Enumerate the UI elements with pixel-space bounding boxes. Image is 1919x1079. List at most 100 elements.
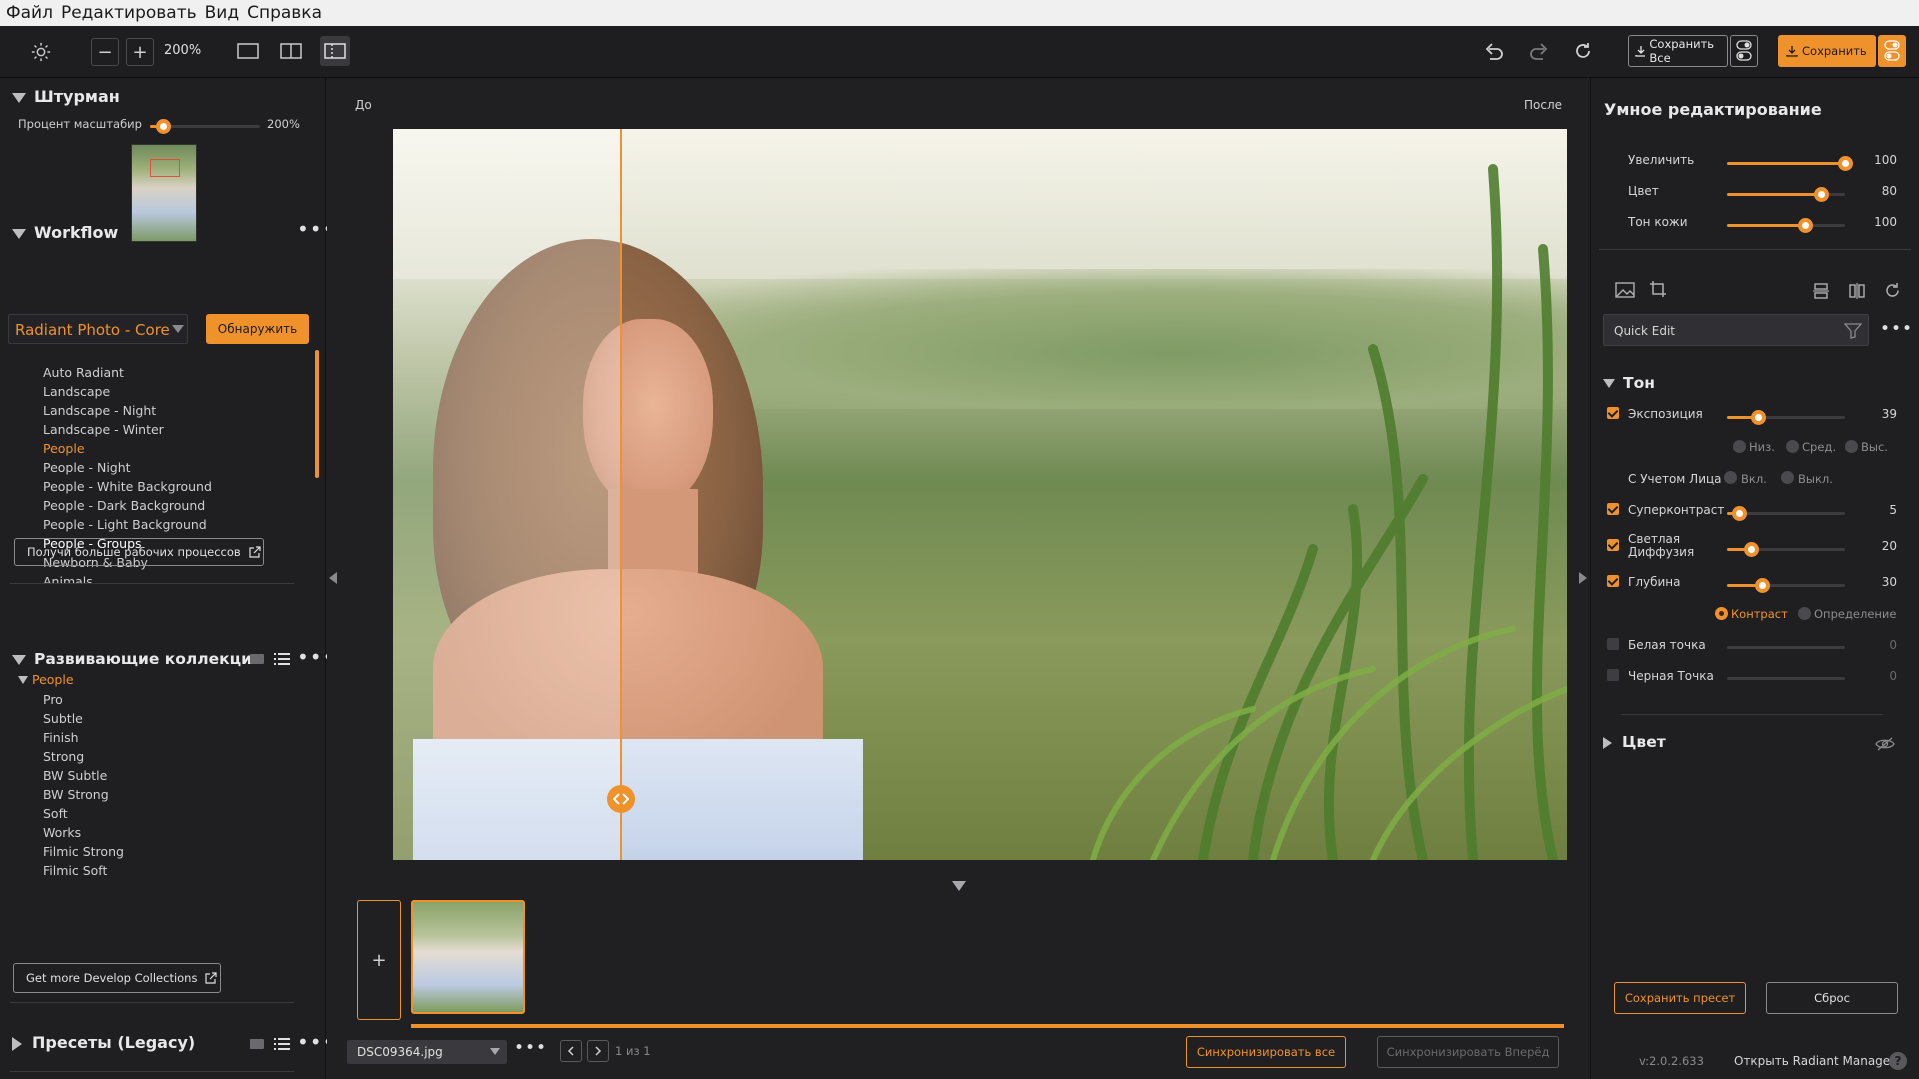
- workflow-item[interactable]: Landscape - Night: [43, 403, 156, 418]
- undo-icon[interactable]: [1481, 38, 1507, 64]
- smart-slider-knob[interactable]: [1814, 187, 1830, 202]
- workflow-item[interactable]: Landscape: [43, 384, 110, 399]
- collection-item[interactable]: Soft: [43, 806, 68, 821]
- add-image-button[interactable]: +: [357, 900, 401, 1020]
- black-point-slider[interactable]: [1727, 677, 1845, 680]
- exposure-slider[interactable]: [1727, 410, 1845, 425]
- workflow-item[interactable]: People - Night: [43, 460, 131, 475]
- workflow-item[interactable]: People: [43, 441, 85, 456]
- collection-item[interactable]: Subtle: [43, 711, 83, 726]
- get-more-collections-button[interactable]: Get more Develop Collections: [13, 963, 221, 993]
- filename-select[interactable]: DSC09364.jpg: [347, 1040, 507, 1064]
- save-button[interactable]: Сохранить: [1778, 35, 1876, 67]
- photo-preview[interactable]: [393, 129, 1567, 860]
- split-line[interactable]: [619, 129, 622, 860]
- zoom-slider-knob[interactable]: [156, 119, 172, 134]
- workflow-item[interactable]: People - White Background: [43, 479, 212, 494]
- collection-item[interactable]: BW Subtle: [43, 768, 107, 783]
- zoom-out-button[interactable]: −: [91, 38, 119, 66]
- side-by-side-view-icon[interactable]: [278, 38, 304, 64]
- settings-gear-icon[interactable]: [28, 39, 54, 65]
- get-more-workflows-button[interactable]: Получи больше рабочих процессов: [14, 538, 264, 566]
- exposure-slider-knob[interactable]: [1750, 410, 1766, 425]
- list-view-icon[interactable]: [274, 651, 290, 670]
- navigator-viewport-box[interactable]: [150, 159, 180, 177]
- file-more-icon[interactable]: •••: [514, 1040, 547, 1057]
- depth-checkbox[interactable]: [1607, 575, 1619, 587]
- menu-help[interactable]: Справка: [247, 3, 322, 23]
- list-view-icon[interactable]: [274, 1036, 290, 1055]
- black-point-checkbox[interactable]: [1607, 669, 1619, 681]
- save-all-button[interactable]: Сохранить Все: [1628, 35, 1728, 67]
- depth-contrast-radio[interactable]: [1715, 607, 1728, 620]
- filmstrip-thumbnail[interactable]: [411, 900, 525, 1014]
- depth-slider-knob[interactable]: [1755, 578, 1771, 593]
- collection-item[interactable]: Filmic Strong: [43, 844, 124, 859]
- smart-slider[interactable]: [1727, 218, 1845, 233]
- refresh-icon[interactable]: [1570, 38, 1596, 64]
- rotate-icon[interactable]: [1884, 282, 1901, 303]
- collection-item[interactable]: Strong: [43, 749, 84, 764]
- single-view-icon[interactable]: [235, 38, 261, 64]
- workflow-item[interactable]: Landscape - Winter: [43, 422, 164, 437]
- diffusion-checkbox[interactable]: [1607, 539, 1619, 551]
- collapse-right-panel-icon[interactable]: [1579, 572, 1587, 584]
- save-options-toggle-icon[interactable]: [1878, 35, 1906, 67]
- image-tool-icon[interactable]: [1615, 282, 1635, 302]
- help-icon[interactable]: ?: [1889, 1052, 1907, 1070]
- tone-header[interactable]: Тон: [1603, 374, 1655, 392]
- sync-all-button[interactable]: Синхронизировать все: [1186, 1036, 1346, 1068]
- range-high-radio[interactable]: [1845, 440, 1858, 453]
- collections-header[interactable]: Развивающие коллекции: [12, 650, 263, 668]
- save-preset-button[interactable]: Сохранить пресет: [1614, 982, 1746, 1014]
- visibility-hidden-icon[interactable]: [1875, 736, 1895, 755]
- previous-image-button[interactable]: [560, 1040, 582, 1062]
- sync-forward-button[interactable]: Синхронизировать Вперёд: [1377, 1036, 1559, 1068]
- workflow-select[interactable]: Radiant Photo - Core: [8, 314, 188, 344]
- menu-view[interactable]: Вид: [205, 3, 239, 23]
- diffusion-slider[interactable]: [1727, 542, 1845, 557]
- grid-view-icon[interactable]: [250, 654, 264, 664]
- crop-tool-icon[interactable]: [1649, 280, 1667, 302]
- diffusion-slider-knob[interactable]: [1743, 542, 1759, 557]
- collapse-filmstrip-icon[interactable]: [952, 881, 966, 891]
- range-mid-radio[interactable]: [1786, 440, 1799, 453]
- collection-group-people[interactable]: People: [18, 672, 74, 687]
- preset-more-icon[interactable]: •••: [1880, 321, 1913, 338]
- supercontrast-slider-knob[interactable]: [1731, 506, 1747, 521]
- menu-file[interactable]: Файл: [6, 3, 53, 23]
- navigator-header[interactable]: Штурман: [12, 87, 120, 106]
- next-image-button[interactable]: [587, 1040, 609, 1062]
- white-point-checkbox[interactable]: [1607, 638, 1619, 650]
- grid-view-icon[interactable]: [250, 1039, 264, 1049]
- smart-slider-knob[interactable]: [1838, 156, 1853, 171]
- menu-edit[interactable]: Редактировать: [61, 3, 197, 23]
- workflow-header[interactable]: Workflow: [12, 223, 118, 242]
- workflow-scrollbar[interactable]: [315, 350, 319, 478]
- detect-button[interactable]: Обнаружить: [206, 314, 309, 344]
- smart-slider[interactable]: [1727, 156, 1853, 171]
- navigator-thumbnail[interactable]: [131, 144, 197, 242]
- supercontrast-checkbox[interactable]: [1607, 503, 1619, 515]
- workflow-item[interactable]: People - Light Background: [43, 517, 207, 532]
- face-off-radio[interactable]: [1781, 471, 1794, 484]
- white-point-slider[interactable]: [1727, 646, 1845, 649]
- color-header[interactable]: Цвет: [1603, 733, 1666, 751]
- collection-item[interactable]: BW Strong: [43, 787, 109, 802]
- workflow-item[interactable]: People - Dark Background: [43, 498, 205, 513]
- collection-item[interactable]: Pro: [43, 692, 63, 707]
- workflow-item[interactable]: Auto Radiant: [43, 365, 124, 380]
- collection-item[interactable]: Finish: [43, 730, 79, 745]
- range-low-radio[interactable]: [1733, 440, 1746, 453]
- exposure-checkbox[interactable]: [1607, 407, 1619, 419]
- supercontrast-slider[interactable]: [1727, 506, 1845, 521]
- flip-horizontal-icon[interactable]: [1849, 283, 1865, 303]
- zoom-in-button[interactable]: +: [126, 38, 154, 66]
- split-view-icon[interactable]: [320, 36, 350, 66]
- depth-slider[interactable]: [1727, 578, 1845, 593]
- face-on-radio[interactable]: [1724, 471, 1737, 484]
- redo-icon[interactable]: [1526, 38, 1552, 64]
- flip-vertical-icon[interactable]: [1813, 283, 1829, 303]
- zoom-slider[interactable]: [150, 119, 260, 134]
- open-radiant-manager-link[interactable]: Открыть Radiant Manager: [1734, 1054, 1895, 1068]
